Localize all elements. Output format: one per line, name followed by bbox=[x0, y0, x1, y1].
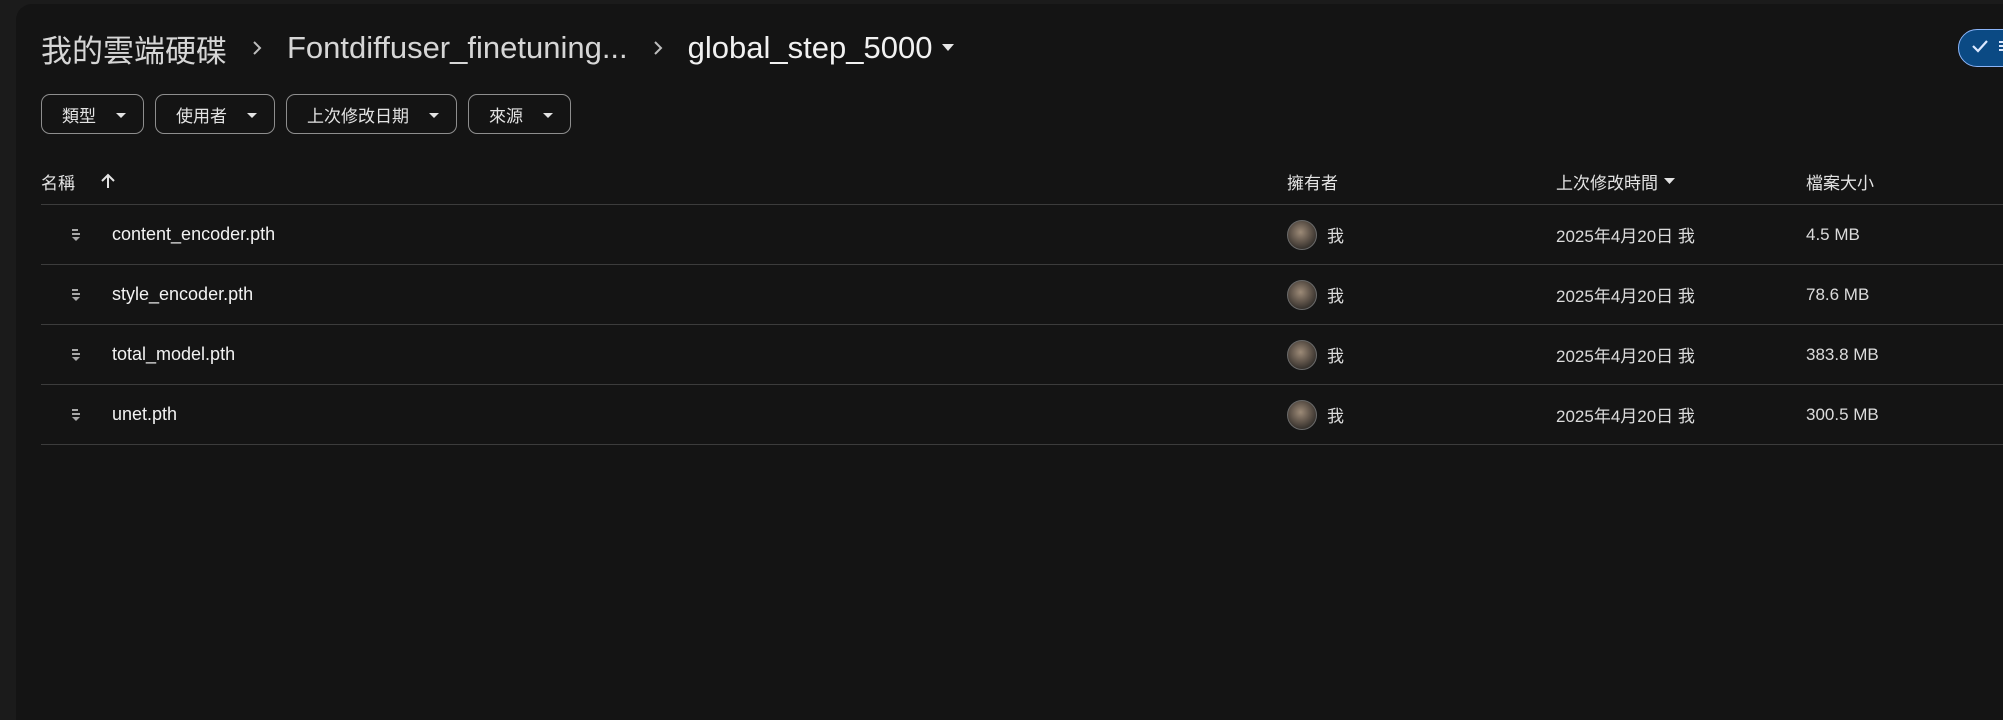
check-icon bbox=[1971, 39, 1989, 58]
column-owner-label: 擁有者 bbox=[1287, 173, 1338, 193]
chevron-right-icon bbox=[628, 40, 688, 56]
column-name-label: 名稱 bbox=[41, 173, 75, 193]
filter-label: 使用者 bbox=[176, 106, 227, 126]
owner-cell: 我 bbox=[1287, 265, 1344, 324]
list-icon bbox=[1999, 39, 2003, 58]
filter-label: 來源 bbox=[489, 106, 523, 126]
caret-down-icon bbox=[543, 104, 553, 124]
column-size-label: 檔案大小 bbox=[1806, 173, 1874, 193]
chevron-right-icon bbox=[227, 40, 287, 56]
owner-name: 我 bbox=[1327, 347, 1344, 366]
breadcrumb-current[interactable]: global_step_5000 bbox=[688, 28, 933, 68]
file-icon bbox=[71, 385, 81, 444]
file-name[interactable]: total_model.pth bbox=[112, 325, 235, 384]
column-header-modified[interactable]: 上次修改時間 bbox=[1556, 158, 1675, 204]
column-modified-label: 上次修改時間 bbox=[1556, 173, 1658, 193]
caret-down-icon[interactable] bbox=[942, 44, 955, 52]
size-cell: 300.5 MB bbox=[1806, 404, 1879, 424]
column-header-owner[interactable]: 擁有者 bbox=[1287, 158, 1338, 204]
caret-down-icon bbox=[247, 104, 257, 124]
avatar bbox=[1287, 339, 1317, 370]
filter-source[interactable]: 來源 bbox=[468, 94, 571, 134]
owner-name: 我 bbox=[1327, 407, 1344, 426]
avatar bbox=[1287, 279, 1317, 310]
modified-cell: 2025年4月20日 我 bbox=[1556, 287, 1695, 306]
owner-cell: 我 bbox=[1287, 385, 1344, 444]
file-list-header: 名稱 擁有者 上次修改時間 檔案大小 bbox=[41, 158, 2003, 204]
column-header-name[interactable]: 名稱 bbox=[41, 158, 115, 204]
table-row[interactable]: unet.pth 我 2025年4月20日 我 300.5 MB bbox=[41, 384, 2003, 445]
breadcrumb: 我的雲端硬碟 Fontdiffuser_finetuning... global… bbox=[41, 24, 955, 73]
owner-name: 我 bbox=[1327, 227, 1344, 246]
filter-people[interactable]: 使用者 bbox=[155, 94, 275, 134]
modified-cell: 2025年4月20日 我 bbox=[1556, 227, 1695, 246]
modified-cell: 2025年4月20日 我 bbox=[1556, 347, 1695, 366]
filter-label: 上次修改日期 bbox=[307, 106, 409, 126]
file-icon bbox=[71, 205, 81, 264]
filter-type[interactable]: 類型 bbox=[41, 94, 144, 134]
owner-cell: 我 bbox=[1287, 325, 1344, 384]
filter-modified[interactable]: 上次修改日期 bbox=[286, 94, 457, 134]
size-cell: 4.5 MB bbox=[1806, 224, 1860, 244]
arrow-up-icon[interactable] bbox=[101, 173, 115, 189]
file-name[interactable]: content_encoder.pth bbox=[112, 205, 275, 264]
filter-chips: 類型 使用者 上次修改日期 來源 bbox=[41, 94, 571, 134]
avatar bbox=[1287, 219, 1317, 250]
caret-down-icon bbox=[1664, 177, 1675, 185]
size-cell: 78.6 MB bbox=[1806, 284, 1870, 304]
table-row[interactable]: style_encoder.pth 我 2025年4月20日 我 78.6 MB bbox=[41, 264, 2003, 324]
file-icon bbox=[71, 265, 81, 324]
table-row[interactable]: total_model.pth 我 2025年4月20日 我 383.8 MB bbox=[41, 324, 2003, 384]
column-header-size[interactable]: 檔案大小 bbox=[1806, 158, 1874, 204]
caret-down-icon bbox=[429, 104, 439, 124]
breadcrumb-root[interactable]: 我的雲端硬碟 bbox=[41, 24, 227, 73]
file-icon bbox=[71, 325, 81, 384]
owner-name: 我 bbox=[1327, 287, 1344, 306]
file-name[interactable]: unet.pth bbox=[112, 385, 177, 444]
table-row[interactable]: content_encoder.pth 我 2025年4月20日 我 4.5 M… bbox=[41, 204, 2003, 264]
selection-mode-button[interactable] bbox=[1958, 29, 2003, 67]
filter-label: 類型 bbox=[62, 106, 96, 126]
modified-cell: 2025年4月20日 我 bbox=[1556, 407, 1695, 426]
size-cell: 383.8 MB bbox=[1806, 344, 1879, 364]
breadcrumb-parent[interactable]: Fontdiffuser_finetuning... bbox=[287, 28, 628, 68]
caret-down-icon bbox=[116, 104, 126, 124]
file-name[interactable]: style_encoder.pth bbox=[112, 265, 253, 324]
avatar bbox=[1287, 399, 1317, 430]
owner-cell: 我 bbox=[1287, 205, 1344, 264]
